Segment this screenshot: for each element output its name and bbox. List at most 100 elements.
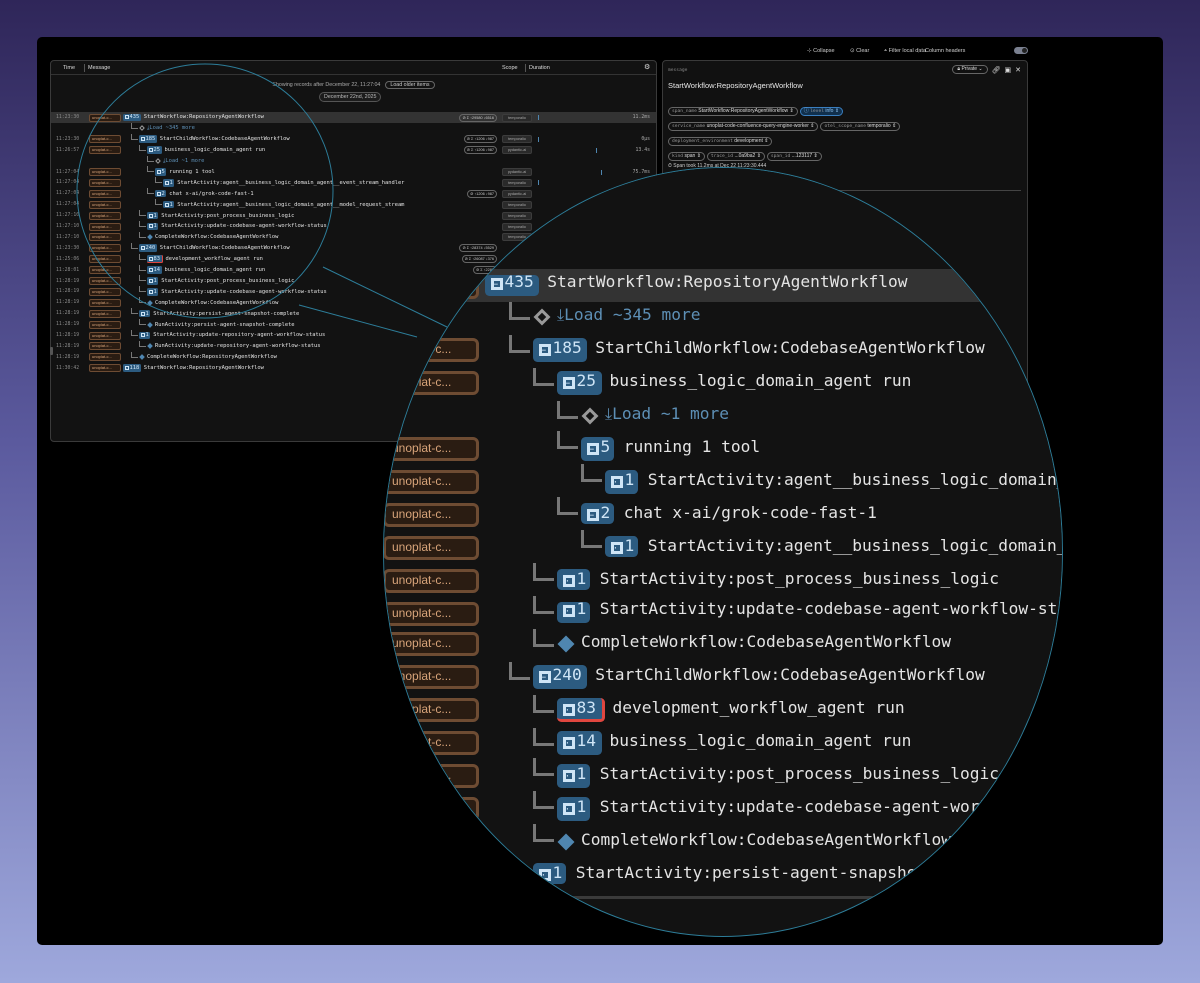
tree-connector — [581, 465, 602, 483]
expand-icon: · — [538, 868, 550, 880]
table-row[interactable]: 11:28:19unoplat-c...·1StartActivity:pers… — [383, 858, 1063, 891]
load-more-row[interactable]: ⤓ Load ~1 more — [383, 400, 1063, 433]
tree-connector — [557, 400, 578, 418]
collapse-icon: − — [538, 345, 550, 357]
span-count-badge[interactable]: ·1 — [533, 863, 567, 886]
service-badge: unoplat-c... — [383, 437, 479, 461]
load-more-link[interactable]: Load ~1 more — [612, 407, 729, 425]
row-message-cell: −25business_logic_domain_agent run — [485, 367, 911, 400]
tree-connector — [509, 301, 530, 319]
row-message-cell: CompleteWorkflow:CodebaseAgentWorkflow — [485, 629, 951, 662]
span-count-badge[interactable]: ·1 — [557, 797, 591, 820]
span-count-badge[interactable]: −5 — [581, 438, 615, 461]
span-count: 2 — [601, 505, 611, 523]
span-name: StartActivity:agent__business_logic_doma… — [648, 538, 1063, 556]
table-row[interactable]: 11:28:01unoplat-c...·14business_logic_do… — [383, 727, 1063, 760]
table-row[interactable]: 11:27:10unoplat-c...·1StartActivity:upda… — [383, 596, 1063, 629]
table-row[interactable]: 11:27:04unoplat-c...·1StartActivity:agen… — [383, 465, 1063, 498]
span-name: CompleteWorkflow:CodebaseAgentWorkflow — [581, 832, 951, 850]
span-count-badge[interactable]: −240 — [533, 666, 586, 689]
span-count-badge[interactable]: −25 — [557, 372, 601, 395]
tree-connector — [557, 498, 578, 516]
tree-connector — [509, 661, 530, 679]
table-row[interactable]: 11:23:30unoplat-c...−435StartWorkflow:Re… — [383, 269, 1063, 302]
diamond-icon — [558, 833, 575, 850]
row-message-cell: ·83development_workflow_agent run — [485, 694, 905, 727]
span-count-badge[interactable]: ·1 — [557, 568, 591, 591]
service-badge: unoplat-c... — [383, 797, 479, 821]
span-count-badge[interactable]: −435 — [485, 274, 538, 297]
span-count: 5 — [601, 440, 611, 458]
expand-icon: · — [562, 737, 574, 749]
showing-records-text: Showing records after December 22, 11:27… — [933, 179, 1063, 197]
service-badge: unoplat-c... — [383, 764, 479, 788]
row-message-cell: ·1StartActivity:post_process_business_lo… — [485, 760, 999, 793]
span-name: StartActivity:post_process_business_logi… — [600, 571, 999, 589]
row-message-cell: CompleteWorkflow:CodebaseAgentWorkflow — [485, 825, 951, 858]
table-row[interactable]: 11:28:19unoplat-c...·1StartActivity:post… — [383, 760, 1063, 793]
tree-connector — [581, 530, 602, 548]
tree-connector — [509, 334, 530, 352]
span-count-badge[interactable]: ·1 — [557, 765, 591, 788]
table-row[interactable]: 11:27:04unoplat-c...−2chat x-ai/grok-cod… — [383, 498, 1063, 531]
span-count: 435 — [505, 276, 534, 294]
span-count-badge[interactable]: −185 — [533, 339, 586, 362]
expand-icon: · — [562, 703, 574, 715]
tree-connector — [557, 432, 578, 450]
service-badge: unoplat-c... — [383, 829, 479, 853]
row-message-cell: −240 StartChildWorkflow:CodebaseAgentWork… — [485, 661, 985, 694]
span-count-badge[interactable]: ·1 — [605, 470, 639, 493]
diamond-icon — [558, 636, 575, 653]
span-count: 1 — [553, 865, 563, 883]
load-more-row[interactable]: ⤓ Load ~345 more — [383, 302, 1063, 335]
diamond-icon — [582, 408, 599, 425]
tree-connector — [533, 792, 554, 810]
span-count-badge[interactable]: ·1 — [605, 536, 639, 559]
tree-connector — [533, 563, 554, 581]
row-message-cell: ⤓ Load ~1 more — [485, 400, 729, 433]
service-badge: unoplat-c... — [383, 339, 479, 363]
table-row[interactable]: 11:27:04unoplat-c...·1StartActivity:agen… — [383, 531, 1063, 564]
row-message-cell: ·1StartActivity:persist-agent-snapshot-c… — [485, 858, 1014, 891]
span-count-badge[interactable]: ·14 — [557, 732, 601, 755]
span-count-badge[interactable]: ·1 — [557, 601, 591, 624]
table-row[interactable]: 11:26:57unoplat-c...−25business_logic_do… — [383, 367, 1063, 400]
span-count: 240 — [553, 669, 582, 687]
expand-icon: · — [610, 475, 622, 487]
table-row[interactable]: 11:23:30unoplat-c...−185StartChildWorkfl… — [383, 334, 1063, 367]
table-row[interactable]: 11:28:19unoplat-c...·1StartActivity:upda… — [383, 792, 1063, 825]
table-row[interactable]: 11:23:30unoplat-c...−240StartChildWorkfl… — [383, 661, 1063, 694]
service-badge: unoplat-c... — [383, 699, 479, 723]
span-count-badge[interactable]: ·83 — [557, 699, 604, 722]
span-name: StartActivity:agent__business_logic_doma… — [648, 472, 1063, 490]
span-count: 1 — [625, 472, 635, 490]
diamond-icon — [534, 309, 551, 326]
load-more-link[interactable]: Load ~345 more — [564, 309, 700, 327]
tree-connector — [533, 759, 554, 777]
row-message-cell: ·1 StartActivity:agent__business_logic_do… — [485, 465, 1063, 498]
service-badge: unoplat-c... — [383, 731, 479, 755]
span-name: StartActivity:update-codebase-agent-work… — [600, 603, 1063, 621]
app-window: ⊹ Collapse ⊙ Clear ⩡ Filter local data |… — [37, 37, 1163, 945]
table-row[interactable]: 11:27:10unoplat-c...CompleteWorkflow:Cod… — [383, 629, 1063, 662]
service-badge: unoplat-c... — [383, 535, 479, 559]
span-count: 25 — [577, 374, 597, 392]
collapse-icon: − — [490, 279, 502, 291]
row-message-cell: ·1 StartActivity:post_process_business_lo… — [485, 563, 999, 596]
showing-records: Showing records after December 22, 11:27… — [383, 176, 1063, 200]
span-count: 1 — [577, 603, 587, 621]
span-name: StartChildWorkflow:CodebaseAgentWorkflow — [595, 669, 984, 687]
service-badge: unoplat-c... — [383, 274, 479, 298]
service-badge: unoplat-c... — [383, 568, 479, 592]
table-row[interactable]: 11:27:10unoplat-c...·1StartActivity:post… — [383, 563, 1063, 596]
table-row[interactable]: 11:27:04unoplat-c...−5running 1 toolpyda… — [383, 433, 1063, 466]
span-name: chat x-ai/grok-code-fast-1 — [624, 505, 877, 523]
expand-icon: · — [610, 541, 622, 553]
table-row[interactable]: 11:28:19unoplat-c...CompleteWorkflow:Cod… — [383, 825, 1063, 858]
table-row[interactable]: 11:25:06unoplat-c...·83development_workf… — [383, 694, 1063, 727]
tree-connector — [533, 367, 554, 385]
tree-connector — [533, 694, 554, 712]
span-count-badge[interactable]: −2 — [581, 503, 615, 526]
service-badge: unoplat-c... — [383, 470, 479, 494]
span-count: 1 — [577, 571, 587, 589]
